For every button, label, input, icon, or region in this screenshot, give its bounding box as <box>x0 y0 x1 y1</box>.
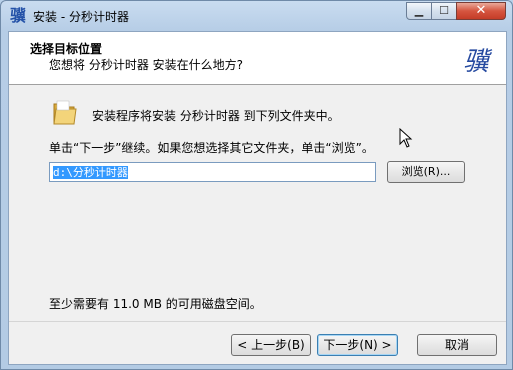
logo: 骥 <box>463 47 490 77</box>
next-button[interactable]: 下一步(N) > <box>317 334 398 356</box>
continue-hint: 单击“下一步”继续。如果您想选择其它文件夹，单击“浏览”。 <box>49 141 374 155</box>
page-subtitle: 您想将 分秒计时器 安装在什么地方? <box>49 58 243 72</box>
browse-button[interactable]: 浏览(R)... <box>387 161 465 183</box>
folder-icon <box>53 100 77 125</box>
install-description: 安装程序将安装 分秒计时器 到下列文件夹中。 <box>92 109 340 123</box>
minimize-button[interactable]: ▁ <box>406 2 432 20</box>
page-title: 选择目标位置 <box>30 42 103 56</box>
destination-path-input[interactable]: d:\分秒计时器 <box>49 162 376 182</box>
cancel-button[interactable]: 取消 <box>417 334 497 356</box>
title-bar[interactable]: 骥 安装 - 分秒计时器 ▁ ☐ ✕ <box>1 1 512 30</box>
installer-window: 骥 安装 - 分秒计时器 ▁ ☐ ✕ 选择目标位置 您想将 分秒计时器 安装在什… <box>0 0 513 370</box>
wizard-header: 选择目标位置 您想将 分秒计时器 安装在什么地方? 骥 <box>9 32 506 85</box>
destination-path-value: d:\分秒计时器 <box>53 166 128 179</box>
wizard-client-area: 选择目标位置 您想将 分秒计时器 安装在什么地方? 骥 安装程序将安装 分秒计时… <box>8 31 507 365</box>
window-title: 安装 - 分秒计时器 <box>33 10 129 24</box>
disk-space-requirement: 至少需要有 11.0 MB 的可用磁盘空间。 <box>49 297 262 311</box>
maximize-button[interactable]: ☐ <box>431 2 457 20</box>
close-button[interactable]: ✕ <box>456 2 506 20</box>
footer-divider <box>9 321 506 322</box>
back-button[interactable]: < 上一步(B) <box>231 334 311 356</box>
app-icon: 骥 <box>9 6 26 25</box>
arrow-cursor-icon <box>399 128 413 148</box>
